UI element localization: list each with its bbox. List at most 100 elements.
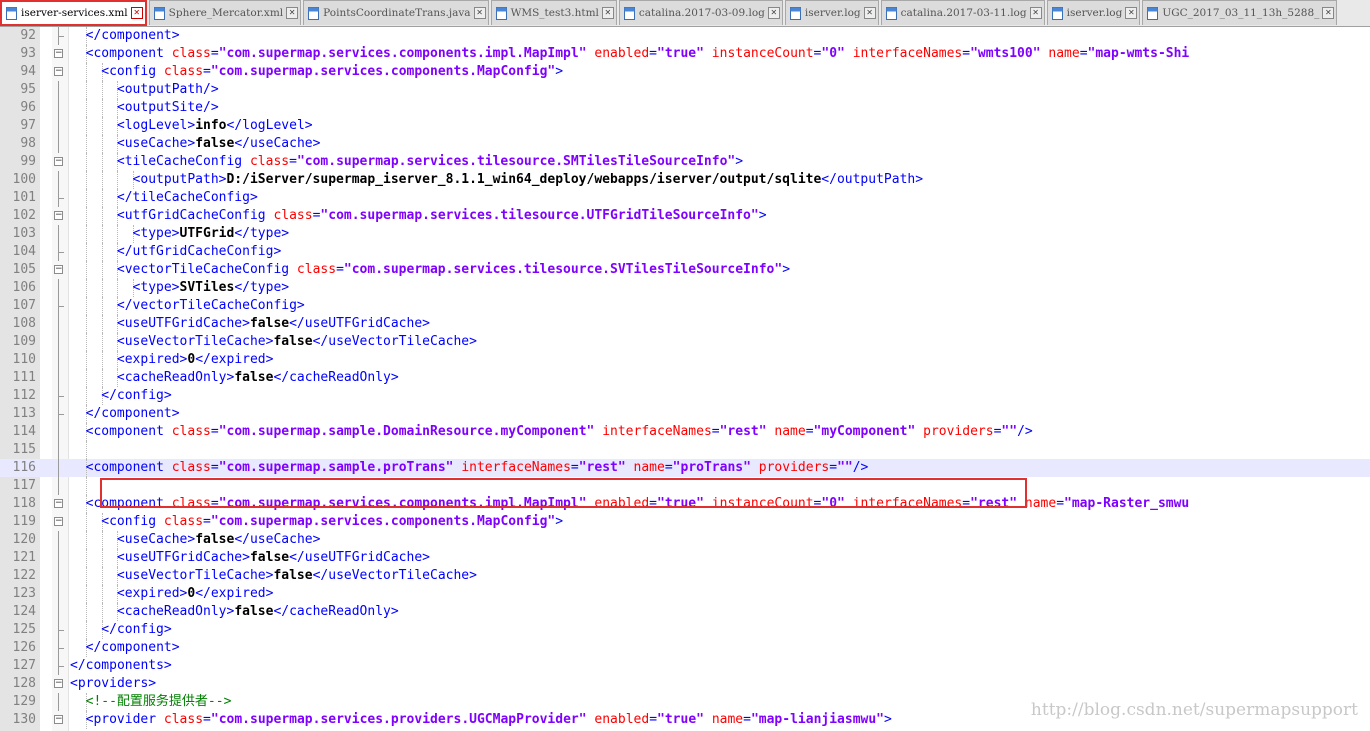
code-line[interactable]: 104 </utfGridCacheConfig> [0, 243, 1370, 261]
code-line[interactable]: 122 <useVectorTileCache>false</useVectorT… [0, 567, 1370, 585]
code-line[interactable]: 97 <logLevel>info</logLevel> [0, 117, 1370, 135]
code-token: </tileCacheConfig> [116, 190, 258, 205]
fold-collapse-icon[interactable]: − [54, 499, 63, 508]
tab-4[interactable]: catalina.2017-03-09.log ✕ [618, 0, 783, 25]
close-icon[interactable]: ✕ [473, 7, 486, 19]
code-token: "com.supermap.sample.DomainResource.myCo… [218, 424, 595, 439]
code-line[interactable]: 128 − <providers> [0, 675, 1370, 693]
fold-collapse-icon[interactable]: − [54, 679, 63, 688]
code-line[interactable]: 93− <component class="com.supermap.servic… [0, 45, 1370, 63]
code-line[interactable]: 103 <type>UTFGrid</type> [0, 225, 1370, 243]
tab-3[interactable]: WMS_test3.html ✕ [490, 0, 617, 25]
code-line[interactable]: 113 </component> [0, 405, 1370, 423]
code-line[interactable]: 121 <useUTFGridCache>false</useUTFGridCac… [0, 549, 1370, 567]
indent-guide [86, 369, 88, 387]
code-editor[interactable]: 92 </component> 93− <component class="com.s… [0, 27, 1370, 731]
fold-end-mark [58, 396, 64, 397]
fold-line [58, 549, 59, 567]
indent-guide [86, 333, 88, 351]
code-line[interactable]: 116 <component class="com.supermap.sample… [0, 459, 1370, 477]
code-line[interactable]: 92 </component> [0, 27, 1370, 45]
line-number: 96 [20, 100, 36, 115]
code-token: </logLevel> [226, 118, 313, 133]
tab-1[interactable]: Sphere_Mercator.xml ✕ [148, 0, 302, 25]
code-line[interactable]: 106 <type>SVTiles</type> [0, 279, 1370, 297]
line-number: 107 [12, 298, 36, 313]
code-line[interactable]: 94 − <config class="com.supermap.services.… [0, 63, 1370, 81]
code-token: > [782, 262, 791, 277]
close-icon[interactable]: ✕ [286, 7, 299, 19]
tab-label: iserver.log [1066, 7, 1123, 19]
line-number: 105 [12, 262, 36, 277]
line-number: 113 [12, 406, 36, 421]
indent-guide [86, 567, 88, 585]
close-icon[interactable]: ✕ [1125, 7, 1138, 19]
fold-collapse-icon[interactable]: − [54, 265, 63, 274]
code-line[interactable]: 107 </vectorTileCacheConfig> [0, 297, 1370, 315]
close-icon[interactable]: ✕ [1322, 7, 1335, 19]
tab-2[interactable]: PointsCoordinateTrans.java ✕ [303, 0, 489, 25]
line-number: 92 [20, 28, 36, 43]
tab-6[interactable]: catalina.2017-03-11.log ✕ [880, 0, 1045, 25]
tab-8[interactable]: UGC_2017_03_11_13h_5288_ ✕ [1142, 0, 1338, 25]
code-line[interactable]: 95 <outputPath/> [0, 81, 1370, 99]
line-number: 106 [12, 280, 36, 295]
fold-collapse-icon[interactable]: − [54, 211, 63, 220]
fold-collapse-icon[interactable]: − [54, 517, 63, 526]
fold-line [58, 477, 59, 495]
code-line[interactable]: 99 − <tileCacheConfig class="com.supermap.… [0, 153, 1370, 171]
code-token: enabled [594, 46, 650, 61]
code-line[interactable]: 114 <component class="com.supermap.sample… [0, 423, 1370, 441]
code-line[interactable]: 115 [0, 441, 1370, 459]
code-line[interactable]: 101 </tileCacheConfig> [0, 189, 1370, 207]
code-line[interactable]: 119 − <config class="com.supermap.services… [0, 513, 1370, 531]
fold-line [58, 603, 59, 621]
code-line[interactable]: 124 <cacheReadOnly>false</cacheReadOnly> [0, 603, 1370, 621]
fold-collapse-icon[interactable]: − [54, 715, 63, 724]
code-line[interactable]: 111 <cacheReadOnly>false</cacheReadOnly> [0, 369, 1370, 387]
fold-collapse-icon[interactable]: − [54, 157, 63, 166]
tab-7[interactable]: iserver.log ✕ [1046, 0, 1141, 25]
code-text: </component> [86, 27, 180, 45]
code-token: info [195, 118, 227, 133]
fold-line [58, 81, 59, 99]
code-token: <logLevel> [116, 118, 196, 133]
code-line[interactable]: 127 </components> [0, 657, 1370, 675]
code-token: </expired> [195, 352, 274, 367]
close-icon[interactable]: ✕ [863, 7, 876, 19]
code-token: "com.supermap.services.providers.UGCMapP… [210, 712, 587, 727]
code-line[interactable]: 109 <useVectorTileCache>false</useVectorT… [0, 333, 1370, 351]
code-line[interactable]: 100 <outputPath>D:/iServer/supermap_iserv… [0, 171, 1370, 189]
code-line[interactable]: 120 <useCache>false</useCache> [0, 531, 1370, 549]
code-line[interactable]: 123 <expired>0</expired> [0, 585, 1370, 603]
line-number: 95 [20, 82, 36, 97]
file-icon [6, 6, 17, 20]
tab-5[interactable]: iserver.log ✕ [784, 0, 879, 25]
tab-0[interactable]: iserver-services.xml ✕ [0, 0, 147, 26]
code-line[interactable]: 110 <expired>0</expired> [0, 351, 1370, 369]
close-icon[interactable]: ✕ [130, 7, 143, 19]
code-line[interactable]: 125 </config> [0, 621, 1370, 639]
code-line[interactable]: 126 </component> [0, 639, 1370, 657]
close-icon[interactable]: ✕ [601, 7, 614, 19]
line-number: 114 [12, 424, 36, 439]
close-icon[interactable]: ✕ [767, 7, 780, 19]
code-token: "map-Raster_smwu [1064, 496, 1190, 511]
code-line[interactable]: 98 <useCache>false</useCache> [0, 135, 1370, 153]
code-line[interactable]: 96 <outputSite/> [0, 99, 1370, 117]
code-line[interactable]: 105 − <vectorTileCacheConfig class="com.su… [0, 261, 1370, 279]
highlight-box [100, 478, 1027, 508]
code-line[interactable]: 102 − <utfGridCacheConfig class="com.super… [0, 207, 1370, 225]
code-token: name [711, 712, 744, 727]
code-token: name [633, 460, 665, 475]
line-number: 111 [12, 370, 36, 385]
code-token: providers [923, 424, 994, 439]
fold-collapse-icon[interactable]: − [54, 67, 63, 76]
code-line[interactable]: 108 <useUTFGridCache>false</useUTFGridCac… [0, 315, 1370, 333]
close-icon[interactable]: ✕ [1029, 7, 1042, 19]
code-token: "com.supermap.services.components.MapCon… [210, 514, 556, 529]
fold-collapse-icon[interactable]: − [54, 49, 63, 58]
code-line[interactable]: 112 </config> [0, 387, 1370, 405]
indent-guide [86, 351, 88, 369]
indent-guide [86, 207, 88, 225]
